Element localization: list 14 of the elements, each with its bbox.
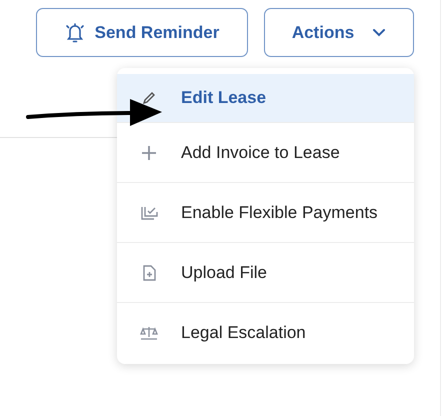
menu-item[interactable]: Add Invoice to Lease — [117, 122, 414, 182]
chevron-icon — [372, 28, 386, 37]
menu-item[interactable]: Enable Flexible Payments — [117, 182, 414, 242]
menu-item[interactable]: Edit Lease — [117, 74, 414, 122]
send-reminder-button[interactable]: Send Reminder — [36, 8, 248, 57]
file-icon — [142, 264, 156, 280]
actions-button[interactable]: Actions — [264, 8, 414, 57]
bell-icon — [64, 22, 85, 44]
scales-icon — [140, 326, 158, 340]
pencil-icon — [142, 91, 156, 105]
menu-item[interactable]: Legal Escalation — [117, 302, 414, 362]
menu-item[interactable]: Upload File — [117, 242, 414, 302]
checklist-icon — [140, 205, 158, 220]
plus-icon — [141, 144, 157, 160]
